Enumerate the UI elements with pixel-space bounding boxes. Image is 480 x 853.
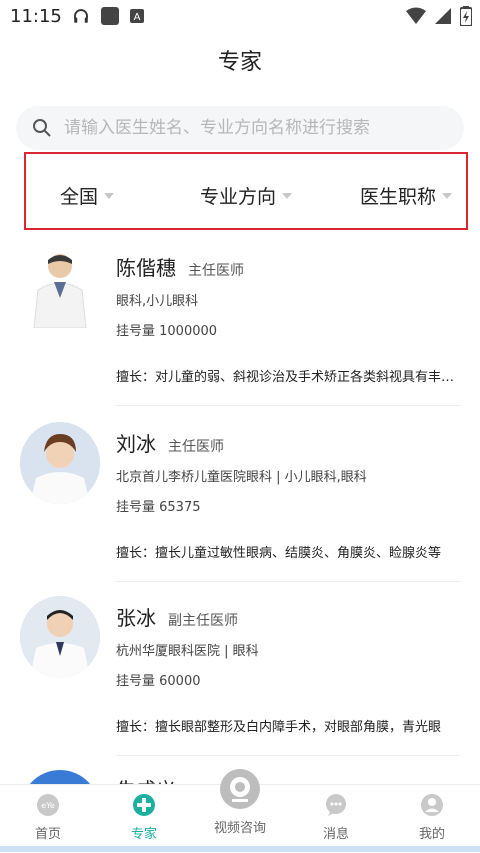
divider	[116, 581, 460, 582]
search-icon	[33, 119, 51, 137]
signal-icon	[435, 8, 451, 24]
message-icon	[326, 794, 346, 816]
doctor-card[interactable]: 张冰 副主任医师 杭州华厦眼科医院 | 眼科 挂号量 60000 擅长：擅长眼部…	[0, 586, 480, 756]
doctor-avatar	[20, 246, 100, 328]
caret-down-icon	[104, 192, 115, 199]
divider	[116, 755, 460, 756]
tab-video[interactable]: 视频咨询	[192, 767, 288, 836]
video-camera-icon	[220, 769, 260, 809]
filter-title-label: 医生职称	[360, 186, 437, 208]
divider	[116, 405, 460, 406]
page-title: 专家	[217, 50, 262, 75]
doctor-reg-count: 挂号量 1000000	[116, 324, 218, 339]
tab-messages[interactable]: 消息	[288, 793, 384, 842]
filter-region[interactable]: 全国	[60, 182, 115, 209]
system-nav-bar	[0, 846, 480, 852]
tab-profile-label: 我的	[418, 827, 445, 842]
search-input[interactable]	[62, 117, 446, 139]
filter-region-label: 全国	[60, 186, 99, 208]
doctor-title: 主任医师	[168, 439, 224, 455]
doctor-reg-count: 挂号量 65375	[116, 500, 201, 515]
doctor-name: 陈偕穗	[116, 256, 176, 280]
doctor-specialty: 擅长：擅长儿童过敏性眼病、结膜炎、角膜炎、睑腺炎等	[116, 546, 442, 561]
svg-text:A: A	[134, 12, 141, 23]
filter-title[interactable]: 医生职称	[360, 182, 453, 209]
bottom-tab-bar: eYe 首页 专家 视频咨询 消息 我的	[0, 769, 480, 853]
doctor-title: 副主任医师	[168, 613, 238, 629]
tab-video-label: 视频咨询	[213, 821, 266, 836]
doctor-dept: 杭州华厦眼科医院 | 眼科	[116, 644, 259, 659]
app-square-icon	[101, 7, 119, 25]
doctor-card[interactable]: 刘冰 主任医师 北京首儿李桥儿童医院眼科 | 小儿眼科,眼科 挂号量 65375…	[0, 412, 480, 582]
tab-profile[interactable]: 我的	[384, 793, 480, 842]
doctor-specialty: 擅长：擅长眼部整形及白内障手术，对眼部角膜，青光眼	[116, 720, 442, 735]
expert-plus-icon	[133, 794, 155, 816]
tab-expert[interactable]: 专家	[96, 793, 192, 842]
doctor-avatar	[20, 596, 100, 678]
caret-down-icon	[442, 192, 453, 199]
doctor-name: 刘冰	[116, 432, 156, 456]
filter-bar: 全国 专业方向 医生职称	[0, 150, 480, 236]
tab-home[interactable]: eYe 首页	[0, 793, 96, 842]
tab-expert-label: 专家	[130, 827, 157, 842]
filter-specialty-label: 专业方向	[200, 186, 277, 208]
doctor-reg-count: 挂号量 60000	[116, 674, 201, 689]
headphones-icon	[74, 9, 88, 23]
a-icon: A	[130, 9, 144, 23]
doctor-dept: 北京首儿李桥儿童医院眼科 | 小儿眼科,眼科	[116, 470, 367, 485]
wifi-icon	[406, 7, 426, 24]
doctor-card[interactable]: 陈偕穗 主任医师 眼科,小儿眼科 挂号量 1000000 擅长：对儿童的弱、斜视…	[0, 236, 480, 406]
doctor-dept: 眼科,小儿眼科	[116, 294, 199, 309]
search-bar[interactable]	[16, 106, 464, 150]
doctor-avatar	[20, 422, 100, 504]
doctor-title: 主任医师	[188, 263, 244, 279]
doctor-name: 张冰	[116, 606, 156, 630]
status-bar: 11:15 A	[0, 0, 480, 34]
svg-text:eYe: eYe	[41, 801, 55, 810]
caret-down-icon	[282, 192, 293, 199]
tab-messages-label: 消息	[322, 827, 349, 842]
battery-icon	[460, 6, 472, 26]
home-eye-icon: eYe	[37, 794, 59, 816]
filter-specialty[interactable]: 专业方向	[200, 182, 293, 209]
tab-home-label: 首页	[34, 827, 61, 842]
doctor-specialty: 擅长：对儿童的弱、斜视诊治及手术矫正各类斜视具有丰富经验	[116, 370, 460, 385]
status-time: 11:15	[10, 6, 62, 27]
profile-icon	[421, 794, 443, 816]
